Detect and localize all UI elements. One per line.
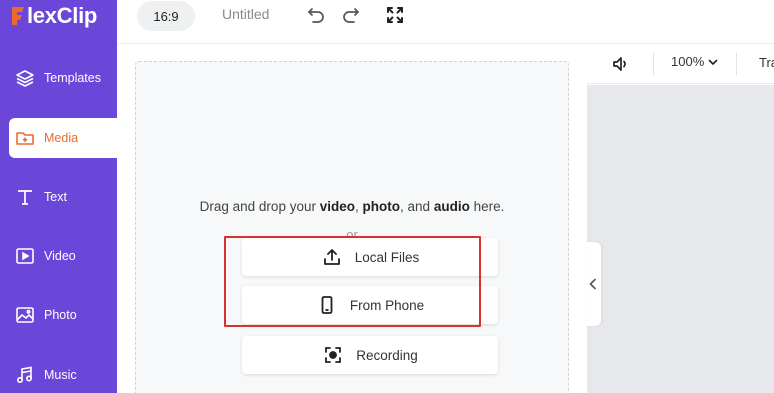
from-phone-label: From Phone [349, 297, 425, 313]
sidebar-item-label: Video [44, 249, 76, 263]
collapse-panel-button[interactable] [585, 242, 601, 326]
aspect-ratio-button[interactable]: 16:9 [137, 1, 195, 31]
project-title[interactable]: Untitled [222, 6, 269, 22]
logo-f-mark [10, 5, 26, 27]
volume-icon[interactable] [611, 54, 631, 74]
zoom-value: 100% [671, 54, 705, 69]
from-phone-button[interactable]: From Phone [242, 286, 498, 324]
layers-icon [15, 68, 35, 88]
recording-label: Recording [356, 347, 418, 363]
sidebar-item-label: Templates [44, 71, 101, 85]
phone-icon [316, 294, 338, 316]
divider [653, 53, 654, 75]
sidebar-item-video[interactable]: Video [0, 236, 117, 276]
recording-button[interactable]: Recording [242, 336, 498, 374]
logo-text: lexClip [27, 3, 98, 28]
sidebar-item-photo[interactable]: Photo [0, 295, 117, 335]
top-bar: 16:9 Untitled [117, 0, 774, 44]
flexclip-logo[interactable]: lexClip [10, 3, 97, 29]
record-icon [322, 344, 344, 366]
local-files-label: Local Files [354, 249, 420, 265]
upload-icon [321, 246, 343, 268]
fullscreen-icon[interactable] [384, 4, 406, 26]
chevron-left-icon [588, 278, 598, 290]
sidebar-item-label: Music [44, 368, 77, 382]
undo-icon[interactable] [305, 4, 327, 26]
sidebar-item-label: Text [44, 190, 67, 204]
preview-toolbar: 100% Tra [587, 44, 774, 84]
sidebar-item-text[interactable]: Text [0, 177, 117, 217]
audio-keyword: audio [433, 199, 470, 214]
preview-canvas[interactable] [587, 85, 774, 393]
divider [736, 53, 737, 75]
trim-button[interactable]: Tra [759, 55, 774, 70]
sidebar-item-templates[interactable]: Templates [0, 58, 117, 98]
sidebar-item-label: Media [44, 131, 79, 145]
music-note-icon [15, 365, 35, 385]
media-panel: Drag and drop your video, photo, and aud… [117, 45, 587, 393]
chevron-down-icon [708, 57, 718, 67]
zoom-select[interactable]: 100% [671, 54, 718, 69]
photo-icon [15, 305, 35, 325]
folder-plus-icon [15, 128, 35, 148]
sidebar: lexClip Templates Media Text Video Photo… [0, 0, 117, 393]
redo-icon[interactable] [340, 4, 362, 26]
local-files-button[interactable]: Local Files [242, 238, 498, 276]
drop-zone[interactable]: Drag and drop your video, photo, and aud… [135, 61, 569, 393]
video-keyword: video [319, 199, 355, 214]
drag-drop-instructions: Drag and drop your video, photo, and aud… [199, 199, 505, 214]
sidebar-item-media[interactable]: Media [9, 118, 117, 158]
sidebar-item-music[interactable]: Music [0, 355, 117, 393]
sidebar-item-label: Photo [44, 308, 77, 322]
video-play-icon [15, 246, 35, 266]
photo-keyword: photo [362, 199, 401, 214]
text-t-icon [15, 187, 35, 207]
